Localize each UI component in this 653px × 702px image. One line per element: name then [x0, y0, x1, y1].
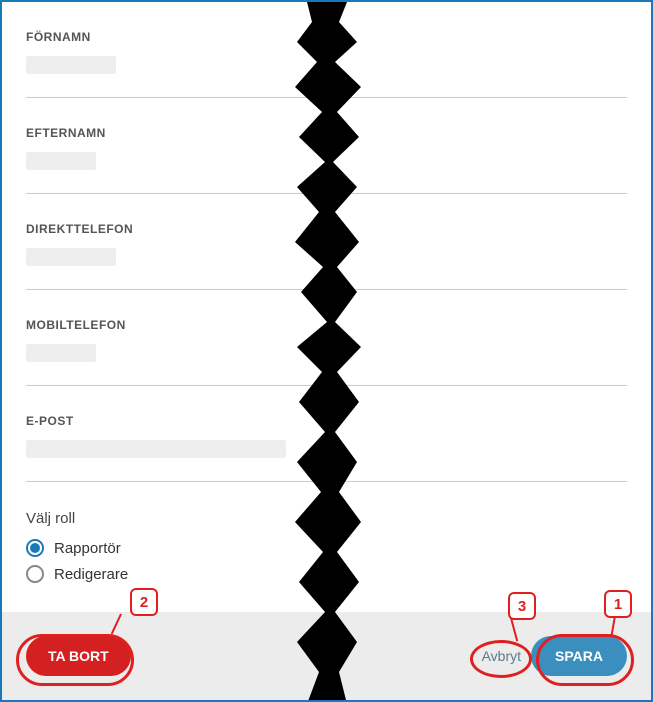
- radio-rapportor[interactable]: Rapportör: [26, 539, 627, 557]
- field-firstname: FÖRNAMN: [26, 30, 627, 98]
- underline: [26, 183, 627, 194]
- role-title: Välj roll: [26, 510, 627, 527]
- underline: [26, 279, 627, 290]
- label-directphone: DIREKTTELEFON: [26, 222, 627, 236]
- dialog-frame: FÖRNAMN EFTERNAMN DIREKTTELEFON MOBILTEL…: [0, 0, 653, 702]
- underline: [26, 375, 627, 386]
- value-email[interactable]: [26, 440, 286, 458]
- footer-bar: TA BORT Avbryt SPARA: [2, 612, 651, 700]
- radio-label-rapportor: Rapportör: [54, 540, 121, 557]
- label-mobilephone: MOBILTELEFON: [26, 318, 627, 332]
- value-firstname[interactable]: [26, 56, 116, 74]
- field-mobilephone: MOBILTELEFON: [26, 318, 627, 386]
- underline: [26, 87, 627, 98]
- field-directphone: DIREKTTELEFON: [26, 222, 627, 290]
- radio-icon: [26, 565, 44, 583]
- delete-button[interactable]: TA BORT: [26, 636, 131, 676]
- label-email: E-POST: [26, 414, 627, 428]
- value-lastname[interactable]: [26, 152, 96, 170]
- field-lastname: EFTERNAMN: [26, 126, 627, 194]
- radio-redigerare[interactable]: Redigerare: [26, 565, 627, 583]
- radio-label-redigerare: Redigerare: [54, 566, 128, 583]
- footer-right: Avbryt SPARA: [478, 636, 627, 676]
- role-section: Välj roll Rapportör Redigerare: [26, 510, 627, 583]
- underline: [26, 471, 627, 482]
- label-lastname: EFTERNAMN: [26, 126, 627, 140]
- label-firstname: FÖRNAMN: [26, 30, 627, 44]
- field-email: E-POST: [26, 414, 627, 482]
- cancel-link[interactable]: Avbryt: [478, 642, 525, 670]
- value-mobilephone[interactable]: [26, 344, 96, 362]
- radio-icon: [26, 539, 44, 557]
- form-area: FÖRNAMN EFTERNAMN DIREKTTELEFON MOBILTEL…: [2, 2, 651, 614]
- save-button[interactable]: SPARA: [531, 636, 627, 676]
- value-directphone[interactable]: [26, 248, 116, 266]
